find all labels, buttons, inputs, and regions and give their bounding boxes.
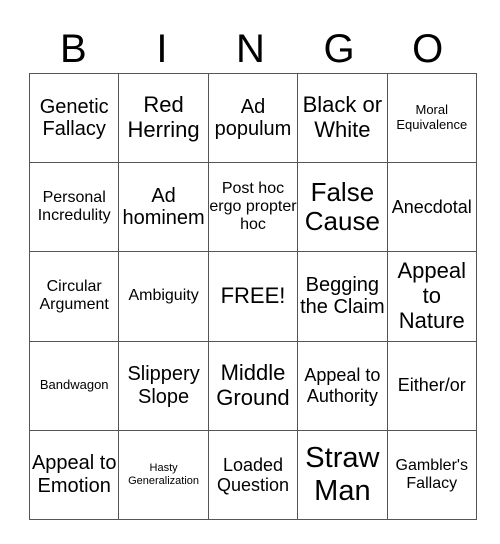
bingo-cell[interactable]: Genetic Fallacy [28,72,120,164]
grid-row: Genetic Fallacy Red Herring Ad populum B… [28,72,477,164]
bingo-cell[interactable]: Circular Argument [28,251,120,342]
bingo-cell[interactable]: Slippery Slope [118,340,209,431]
bingo-cell[interactable]: Middle Ground [207,340,299,431]
bingo-cell[interactable]: Anecdotal [386,162,477,253]
bingo-cell[interactable]: Gambler's Fallacy [386,429,477,520]
header-letter-o: O [412,27,444,71]
bingo-cell[interactable]: Loaded Question [207,429,299,520]
bingo-cell[interactable]: Post hoc ergo propter hoc [207,162,299,253]
bingo-cell[interactable]: Ad populum [207,72,299,164]
grid-row: Circular Argument Ambiguity FREE! Beggin… [28,251,477,342]
bingo-cell[interactable]: Hasty Generalization [118,429,209,520]
free-space-cell[interactable]: FREE! [207,251,299,342]
bingo-cell[interactable]: Begging the Claim [297,251,388,342]
header-letter-i: I [156,27,168,71]
bingo-cell[interactable]: Appeal to Nature [386,251,477,342]
header-letter-g: G [323,27,355,71]
bingo-cell[interactable]: Black or White [297,72,388,164]
bingo-grid: Genetic Fallacy Red Herring Ad populum B… [28,72,477,520]
bingo-cell[interactable]: Appeal to Emotion [28,429,120,520]
grid-row: Appeal to Emotion Hasty Generalization L… [28,429,477,520]
bingo-cell[interactable]: Either/or [386,340,477,431]
header-letter-b: B [59,27,87,71]
grid-row: Personal Incredulity Ad hominem Post hoc… [28,162,477,253]
bingo-cell[interactable]: False Cause [297,162,388,253]
bingo-cell[interactable]: Bandwagon [28,340,120,431]
bingo-cell[interactable]: Straw Man [297,429,388,520]
bingo-cell[interactable]: Personal Incredulity [28,162,120,253]
bingo-cell[interactable]: Red Herring [118,72,209,164]
header-letter-n: N [236,27,265,71]
bingo-cell[interactable]: Ad hominem [118,162,209,253]
bingo-cell[interactable]: Moral Equivalence [386,72,477,164]
bingo-cell[interactable]: Appeal to Authority [297,340,388,431]
bingo-cell[interactable]: Ambiguity [118,251,209,342]
grid-row: Bandwagon Slippery Slope Middle Ground A… [28,340,477,431]
bingo-header: B I N G O [29,26,472,72]
